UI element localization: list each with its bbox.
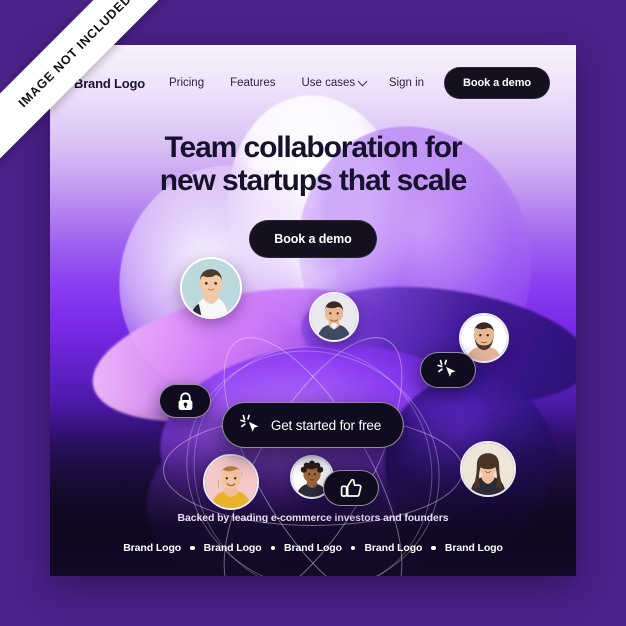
- nav-links: Pricing Features Use cases: [169, 76, 368, 89]
- sign-in-link[interactable]: Sign in: [389, 77, 424, 89]
- avatar-woman-blonde-image: [205, 456, 257, 508]
- brand-logo-item: Brand Logo: [444, 542, 503, 554]
- nav-item-use-cases-label: Use cases: [301, 77, 356, 89]
- headline-line-2: new startups that scale: [159, 164, 468, 198]
- get-started-label: Get started for free: [270, 417, 382, 433]
- brand-logo-item: Brand Logo: [203, 542, 262, 554]
- nav-item-features[interactable]: Features: [230, 77, 275, 89]
- separator-dot-icon: [270, 545, 276, 551]
- top-navigation-bar: Brand Logo Pricing Features Use cases Si…: [50, 45, 576, 121]
- nav-right-group: Sign in Book a demo: [389, 67, 550, 99]
- avatar-woman-short-hair: [180, 257, 242, 319]
- avatar-man-center: [309, 292, 359, 342]
- get-started-for-free-button[interactable]: Get started for free: [221, 402, 405, 448]
- brand-logo[interactable]: Brand Logo: [74, 76, 145, 91]
- separator-dot-icon: [350, 545, 356, 551]
- avatar-woman-long-hair: [460, 441, 516, 497]
- brand-logo-item: Brand Logo: [364, 542, 423, 554]
- brand-logos-row: Brand Logo Brand Logo Brand Logo Brand L…: [50, 542, 576, 554]
- nav-item-pricing-label: Pricing: [168, 77, 205, 89]
- hero-section: Team collaboration for new startups that…: [50, 131, 576, 258]
- landing-page-card: Brand Logo Pricing Features Use cases Si…: [50, 45, 576, 576]
- lock-icon-pill[interactable]: [159, 384, 211, 418]
- screenshot-root: Brand Logo Pricing Features Use cases Si…: [0, 0, 626, 626]
- brand-logo-item: Brand Logo: [284, 542, 342, 554]
- cursor-click-icon: [437, 359, 457, 379]
- page-title: Team collaboration for new startups that…: [70, 131, 556, 198]
- thumbs-up-icon-pill[interactable]: [323, 470, 379, 506]
- thumbs-up-icon: [340, 478, 362, 497]
- separator-dot-icon: [431, 545, 436, 551]
- nav-item-pricing[interactable]: Pricing: [169, 77, 204, 89]
- nav-book-a-demo-button[interactable]: Book a demo: [444, 67, 550, 99]
- avatar-woman-long-hair-image: [462, 443, 514, 495]
- cursor-click-icon-pill-right[interactable]: [420, 352, 476, 388]
- lock-icon: [178, 391, 192, 410]
- backed-by-text: Backed by leading e-commerce investors a…: [177, 512, 449, 524]
- hero-book-a-demo-button[interactable]: Book a demo: [249, 219, 377, 258]
- avatar-woman-blonde: [203, 454, 259, 510]
- avatar-man-center-image: [311, 294, 357, 340]
- nav-item-use-cases[interactable]: Use cases: [301, 76, 368, 89]
- chevron-down-icon: [357, 76, 368, 86]
- cursor-click-icon: [240, 414, 260, 434]
- avatar-woman-short-hair-image: [182, 259, 240, 317]
- headline-line-1: Team collaboration for: [164, 131, 463, 164]
- separator-dot-icon: [190, 545, 195, 551]
- nav-item-features-label: Features: [230, 77, 276, 89]
- footer-section: Backed by leading e-commerce investors a…: [50, 512, 576, 554]
- brand-logo-item: Brand Logo: [123, 542, 182, 554]
